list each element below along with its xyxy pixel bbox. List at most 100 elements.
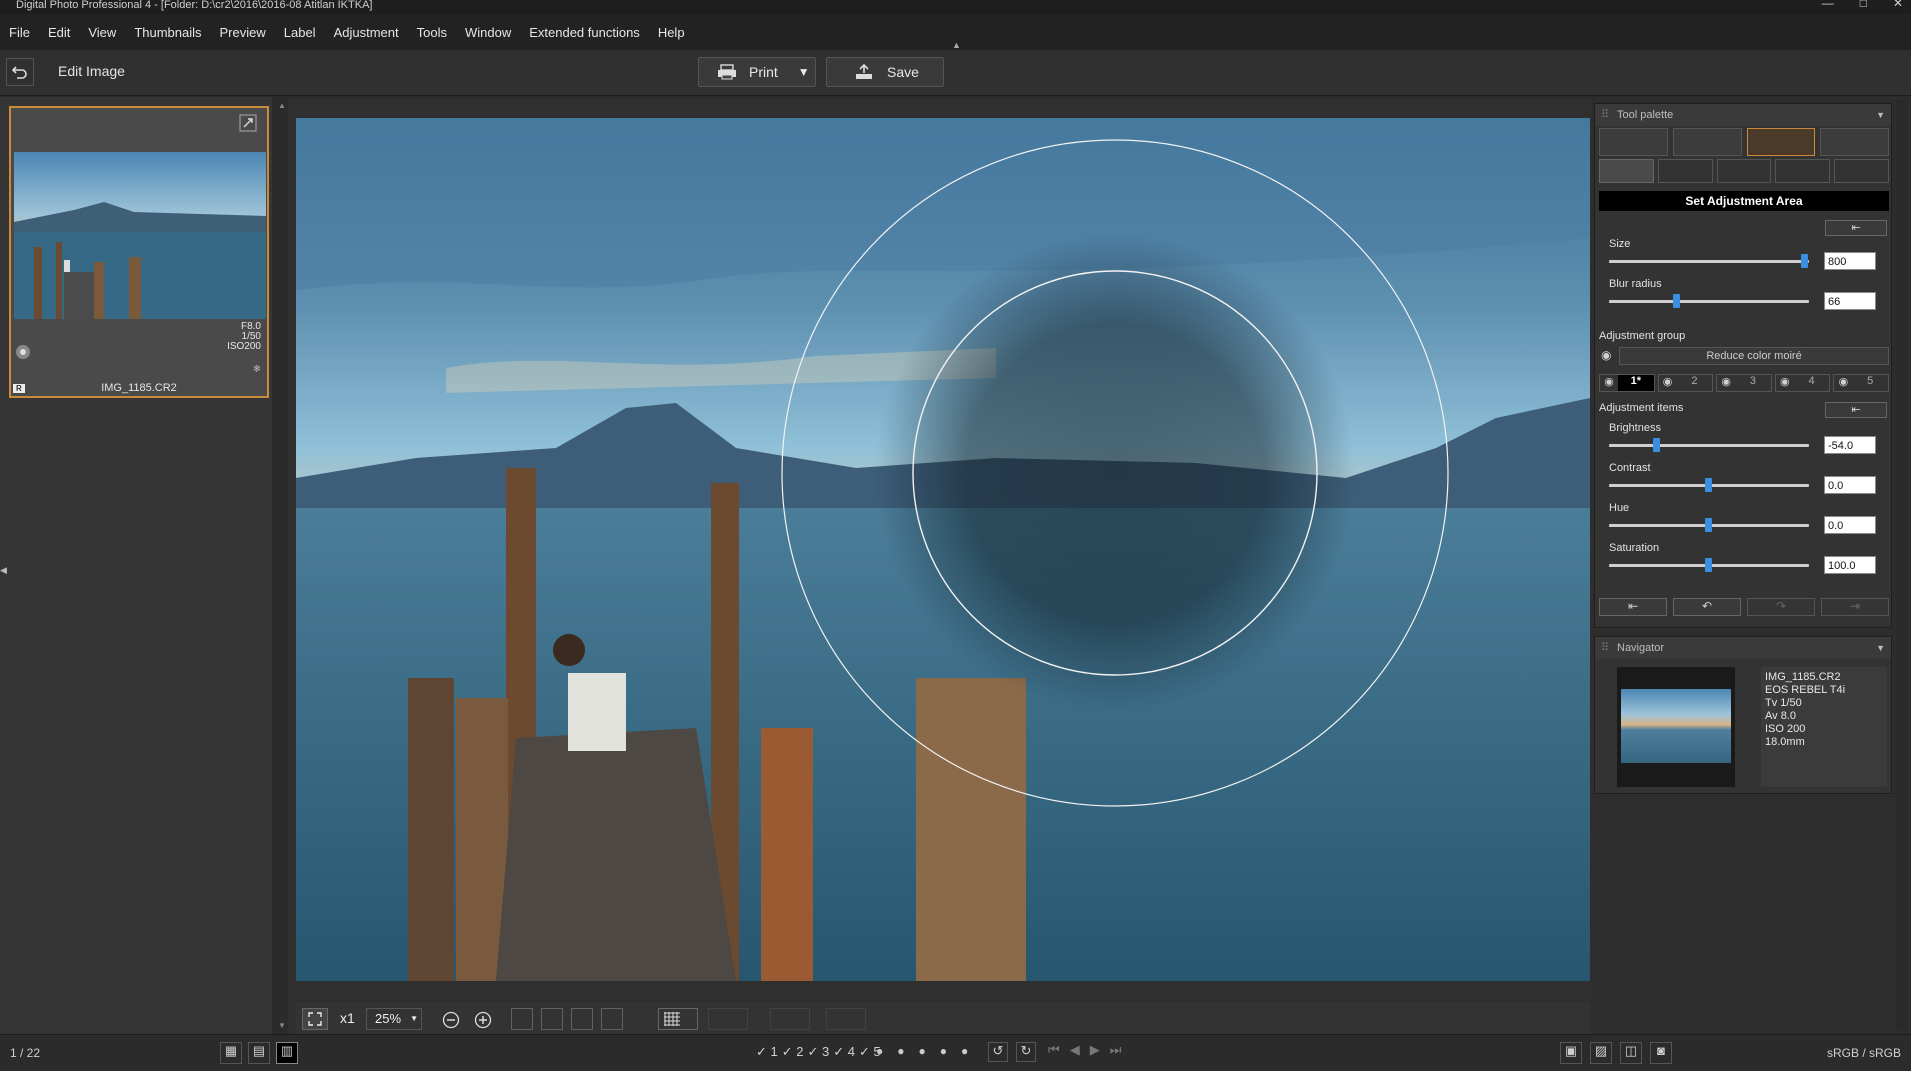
grid-toggle-button[interactable] [658, 1008, 698, 1030]
menu-window[interactable]: Window [456, 25, 520, 40]
zoom-multiplier-button[interactable]: x1 [340, 1010, 355, 1026]
last-image-icon[interactable]: ⏭ [1110, 1042, 1122, 1058]
chevron-down-icon[interactable]: ▼ [798, 65, 810, 79]
eye-icon[interactable]: ◉ [1600, 375, 1618, 391]
split-view-icon[interactable] [541, 1008, 563, 1030]
contrast-slider[interactable] [1609, 478, 1809, 492]
eye-icon[interactable]: ◉ [1776, 375, 1794, 391]
tab-color-icon[interactable] [1775, 159, 1831, 183]
menu-thumbnails[interactable]: Thumbnails [125, 25, 210, 40]
reduce-moire-button[interactable]: Reduce color moiré [1619, 347, 1889, 365]
swap-view-icon[interactable] [601, 1008, 623, 1030]
hue-slider-knob[interactable] [1705, 518, 1712, 532]
check-mark-3[interactable]: ✓ 3 [807, 1044, 829, 1060]
print-button[interactable]: Print ▼ [698, 57, 816, 87]
check-mark-1[interactable]: ✓ 1 [756, 1044, 778, 1060]
size-slider[interactable] [1609, 254, 1809, 268]
contrast-slider-knob[interactable] [1705, 478, 1712, 492]
blur-radius-slider[interactable] [1609, 294, 1809, 308]
menu-tools[interactable]: Tools [408, 25, 456, 40]
scroll-down-icon[interactable]: ▼ [278, 1021, 286, 1030]
thumbnail-scrollbar[interactable]: ▲ ▼ [274, 97, 288, 1034]
scroll-up-icon[interactable]: ▲ [278, 101, 286, 110]
next-image-icon[interactable]: ▶ [1090, 1042, 1100, 1058]
histogram-toggle-icon[interactable]: ▨ [1590, 1042, 1612, 1064]
zoom-out-icon[interactable] [442, 1011, 460, 1029]
menu-adjustment[interactable]: Adjustment [325, 25, 408, 40]
group-tab-4[interactable]: ◉ 4 [1774, 374, 1831, 392]
side-view-icon[interactable] [571, 1008, 593, 1030]
tab-brush-icon[interactable] [1599, 159, 1654, 183]
expand-icon[interactable] [239, 114, 257, 132]
rating-dot-icon[interactable]: ● [940, 1044, 947, 1058]
navigator-thumbnail-frame[interactable] [1617, 667, 1735, 787]
collapse-left-icon[interactable]: ◀ [0, 565, 7, 576]
af-point-button[interactable] [708, 1008, 748, 1030]
minimize-button[interactable]: — [1822, 0, 1834, 9]
tab-basic-adjustment[interactable] [1599, 128, 1668, 156]
hue-input[interactable]: 0.0 [1824, 516, 1876, 534]
eye-icon[interactable]: ◉ [1717, 375, 1735, 391]
saturation-input[interactable]: 100.0 [1824, 556, 1876, 574]
menu-view[interactable]: View [79, 25, 125, 40]
drag-handle-icon[interactable]: ⠿ [1601, 104, 1609, 126]
drag-handle-icon[interactable]: ⠿ [1601, 637, 1609, 659]
eye-icon[interactable]: ◉ [1601, 348, 1611, 362]
brightness-input[interactable]: -54.0 [1824, 436, 1876, 454]
first-image-icon[interactable]: ⏮ [1048, 1042, 1060, 1058]
camera-icon[interactable]: ◙ [1650, 1042, 1672, 1064]
menu-preview[interactable]: Preview [211, 25, 275, 40]
maximize-button[interactable]: □ [1860, 0, 1867, 9]
zoom-in-icon[interactable] [474, 1011, 492, 1029]
hue-slider[interactable] [1609, 518, 1809, 532]
menu-file[interactable]: File [0, 25, 39, 40]
fit-to-window-button[interactable] [302, 1008, 328, 1030]
chevron-down-icon[interactable]: ▼ [1876, 104, 1885, 126]
rating-dot-icon[interactable]: ● [876, 1044, 883, 1058]
group-tab-2[interactable]: ◉ 2 [1657, 374, 1714, 392]
redo-button[interactable]: ↷ [1747, 598, 1815, 616]
right-scrollbar[interactable] [1896, 100, 1908, 1030]
size-slider-knob[interactable] [1801, 254, 1808, 268]
dust-data-button[interactable] [826, 1008, 866, 1030]
menu-label[interactable]: Label [275, 25, 325, 40]
brightness-slider[interactable] [1609, 438, 1809, 452]
collapse-toolbar-icon[interactable]: ▲ [952, 40, 961, 50]
rating-dot-icon[interactable]: ● [961, 1044, 968, 1058]
filmstrip-view-icon[interactable]: ▤ [248, 1042, 270, 1064]
tab-settings-gear-icon[interactable] [1834, 159, 1889, 183]
blur-radius-slider-knob[interactable] [1673, 294, 1680, 308]
reset-area-button[interactable]: ⇤ [1825, 220, 1887, 236]
tool-palette-toggle-icon[interactable]: ▣ [1560, 1042, 1582, 1064]
group-tab-3[interactable]: ◉ 3 [1716, 374, 1772, 392]
saturation-slider[interactable] [1609, 558, 1809, 572]
reset-items-button[interactable]: ⇤ [1825, 402, 1887, 418]
undo-button[interactable]: ↶ [1673, 598, 1741, 616]
menu-extended-functions[interactable]: Extended functions [520, 25, 649, 40]
highlight-warning-button[interactable] [770, 1008, 810, 1030]
edit-image-preview[interactable] [296, 118, 1590, 981]
save-button[interactable]: Save [826, 57, 944, 87]
tab-circle-icon[interactable] [1657, 159, 1713, 183]
menu-edit[interactable]: Edit [39, 25, 79, 40]
group-tab-5[interactable]: ◉ 5 [1833, 374, 1889, 392]
tab-curve-icon[interactable] [1716, 159, 1772, 183]
edit-view-icon[interactable]: ▥ [276, 1042, 298, 1064]
thumbnail-view-icon[interactable]: ▦ [220, 1042, 242, 1064]
thumbnail-card[interactable]: F8.0 1/50 ISO200 ❄ R IMG_1185.CR2 [9, 106, 269, 398]
saturation-slider-knob[interactable] [1705, 558, 1712, 572]
reset-all-button[interactable]: ⇤ [1599, 598, 1667, 616]
rotate-left-icon[interactable]: ↺ [988, 1042, 1008, 1062]
close-button[interactable]: ✕ [1893, 0, 1903, 9]
rating-dot-icon[interactable]: ● [919, 1044, 926, 1058]
tab-output[interactable] [1820, 128, 1889, 156]
blur-radius-input[interactable]: 66 [1824, 292, 1876, 310]
check-mark-2[interactable]: ✓ 2 [782, 1044, 804, 1060]
eye-icon[interactable]: ◉ [1834, 375, 1852, 391]
rating-dot-icon[interactable]: ● [897, 1044, 904, 1058]
tab-crop[interactable] [1672, 128, 1742, 156]
menu-help[interactable]: Help [649, 25, 694, 40]
back-button[interactable] [6, 58, 34, 86]
zoom-select[interactable]: 25% ▼ [366, 1008, 422, 1030]
group-tab-1[interactable]: ◉ 1* [1599, 374, 1655, 392]
